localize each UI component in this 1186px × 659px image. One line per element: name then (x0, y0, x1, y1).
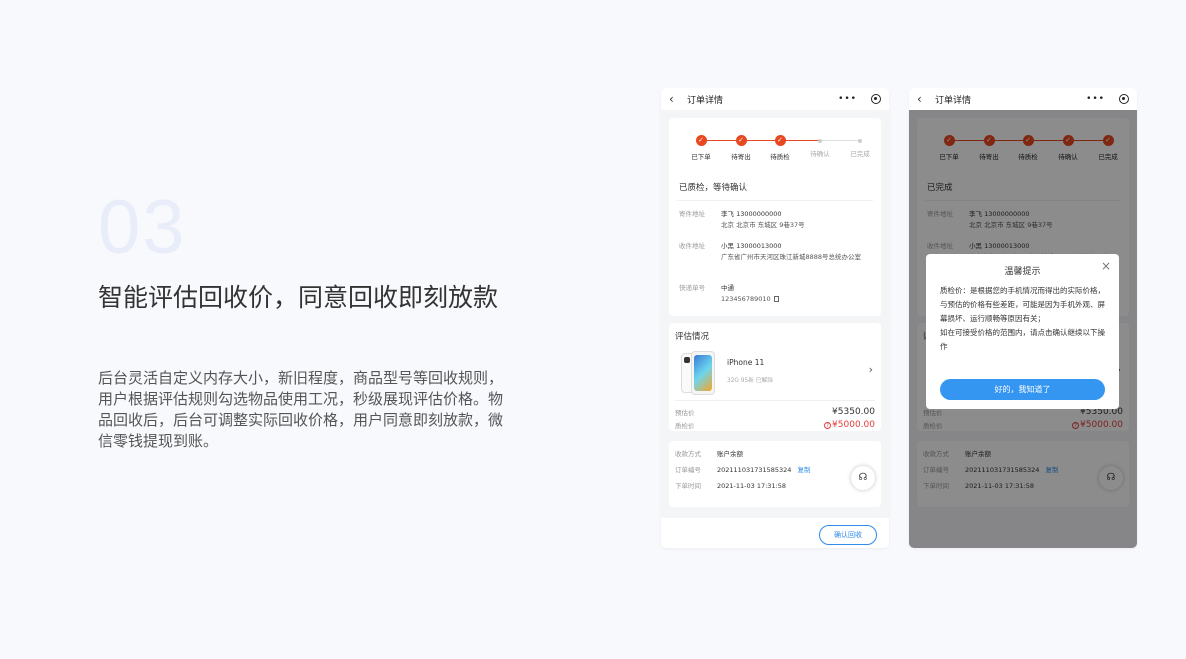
more-icon[interactable]: ••• (1086, 94, 1105, 104)
section-description: 后台灵活自定义内存大小，新旧程度，商品型号等回收规则，用户根据评估规则勾选物品使… (98, 369, 504, 450)
order-status-card: ✓ 已下单 ✓ 待寄出 ✓ 待质检 待确认 已完成 已质检，等待确认 寄件地址 李飞 … (669, 118, 881, 316)
copy-icon[interactable] (773, 296, 779, 302)
payment-label: 收款方式 (675, 450, 701, 458)
more-icon[interactable]: ••• (838, 94, 857, 104)
evaluation-title: 评估情况 (675, 332, 710, 342)
tip-modal: 温馨提示 × 质检价：是根据您的手机情况而得出的实际价格，与预估的价格有些差距，… (926, 254, 1119, 409)
phone-order-detail: ‹ 订单详情 ••• ✓ 已下单 ✓ 待寄出 ✓ 待质检 待确认 已完成 已质检，等待… (661, 88, 889, 548)
product-spec: 32G 95新 已解除 (727, 378, 774, 384)
qc-price-row: 质检价 ? ¥5000.00 (675, 420, 875, 430)
step-label: 已完成 (850, 150, 870, 158)
chevron-right-icon[interactable]: › (869, 363, 873, 376)
tracking-number: 123456789010 (721, 295, 771, 303)
check-icon: ✓ (774, 135, 786, 146)
step-label: 待寄出 (731, 153, 751, 161)
close-miniprogram-icon[interactable] (1119, 94, 1129, 104)
sender-label: 寄件地址 (679, 210, 705, 218)
order-number-row: 订单编号 2021110317315853​24 复制 (675, 465, 873, 476)
payment-row: 收款方式 账户余额 (675, 449, 873, 460)
headset-icon[interactable]: ☊ (851, 466, 875, 490)
step-dot (858, 139, 862, 143)
step-to-inspect: ✓ 待质检 (760, 135, 800, 161)
nav-title: 订单详情 (935, 95, 972, 106)
ok-button[interactable]: 好的，我知道了 (940, 379, 1105, 400)
step-label: 待质检 (770, 153, 790, 161)
order-status-text: 已质检，等待确认 (679, 183, 748, 193)
step-ordered: ✓ 已下单 (681, 135, 721, 161)
sender-name: 李飞 13000000000 (721, 210, 782, 218)
nav-bar: ‹ 订单详情 ••• (661, 88, 889, 110)
close-miniprogram-icon[interactable] (871, 94, 881, 104)
step-to-confirm: 待确认 (800, 135, 840, 158)
step-dot (818, 139, 822, 143)
help-icon[interactable]: ? (824, 421, 832, 429)
divider (677, 200, 873, 201)
tracking-label: 快递单号 (679, 284, 705, 292)
tracking-row: 快递单号 中通 123456789010 (679, 283, 873, 305)
order-time-row: 下单时间 2021-11-03 17:31:58 (675, 481, 873, 492)
step-label: 待确认 (810, 150, 830, 158)
confirm-recycle-button[interactable]: 确认回收 (819, 525, 877, 545)
order-time: 2021-11-03 17:31:58 (717, 482, 787, 490)
sender-row: 寄件地址 李飞 13000000000 北京 北京市 东城区 9巷37号 (679, 209, 873, 231)
nav-bar: ‹ 订单详情 ••• (909, 88, 1137, 110)
receiver-label: 收件地址 (679, 242, 705, 250)
receiver-name: 小黑 13000013000 (721, 242, 782, 250)
order-label: 订单编号 (675, 466, 701, 474)
sender-address: 北京 北京市 东城区 9巷37号 (721, 221, 805, 229)
estimate-value: ¥5350.00 (832, 407, 875, 417)
order-number: 2021110317315853​24 (717, 466, 792, 474)
check-icon: ✓ (695, 135, 707, 146)
evaluation-card: 评估情况 iPhone 11 32G 95新 已解除 › 预估价 ¥5350.0… (669, 323, 881, 431)
step-done: 已完成 (840, 135, 880, 158)
product-image (681, 351, 715, 395)
receiver-address: 广东省广州市天河区珠江新城8888号总统办公室 (721, 253, 862, 261)
modal-body: 质检价：是根据您的手机情况而得出的实际价格，与预估的价格有些差距，可能是因为手机… (940, 284, 1109, 354)
receiver-row: 收件地址 小黑 13000013000 广东省广州市天河区珠江新城8888号总统办… (679, 241, 873, 263)
modal-text: 如在可接受价格的范围内，请点击确认继续以下操作 (940, 328, 1105, 351)
step-label: 已下单 (691, 153, 711, 161)
qc-label: 质检价 (675, 422, 695, 430)
phone-order-detail-modal: ‹ 订单详情 ••• ✓ 已下单 ✓ 待寄出 ✓ 待质检 ✓ 待确认 ✓ 已完成 已完成 … (909, 88, 1137, 548)
divider (675, 400, 875, 401)
payment-card: 收款方式 账户余额 订单编号 2021110317315853​24 复制 下单时… (669, 441, 881, 507)
check-icon: ✓ (735, 135, 747, 146)
progress-steps: ✓ 已下单 ✓ 待寄出 ✓ 待质检 待确认 已完成 (681, 135, 870, 165)
tracking-carrier: 中通 (721, 284, 734, 292)
product-model: iPhone 11 (727, 358, 765, 367)
time-label: 下单时间 (675, 482, 701, 490)
section-number: 03 (98, 185, 187, 270)
estimate-price-row: 预估价 ¥5350.00 (675, 407, 875, 417)
bottom-bar: 确认回收 (661, 518, 889, 548)
copy-link[interactable]: 复制 (797, 466, 810, 474)
qc-value: ¥5000.00 (832, 420, 875, 430)
estimate-label: 预估价 (675, 409, 695, 417)
modal-text: 质检价：是根据您的手机情况而得出的实际价格，与预估的价格有些差距，可能是因为手机… (940, 286, 1105, 323)
section-title: 智能评估回收价，同意回收即刻放款 (98, 283, 499, 312)
step-to-ship: ✓ 待寄出 (721, 135, 761, 161)
modal-title: 温馨提示 (1004, 267, 1041, 277)
payment-value: 账户余额 (717, 450, 743, 458)
back-icon[interactable]: ‹ (917, 92, 931, 106)
close-icon[interactable]: × (1101, 259, 1111, 273)
back-icon[interactable]: ‹ (669, 92, 683, 106)
nav-title: 订单详情 (687, 95, 724, 106)
